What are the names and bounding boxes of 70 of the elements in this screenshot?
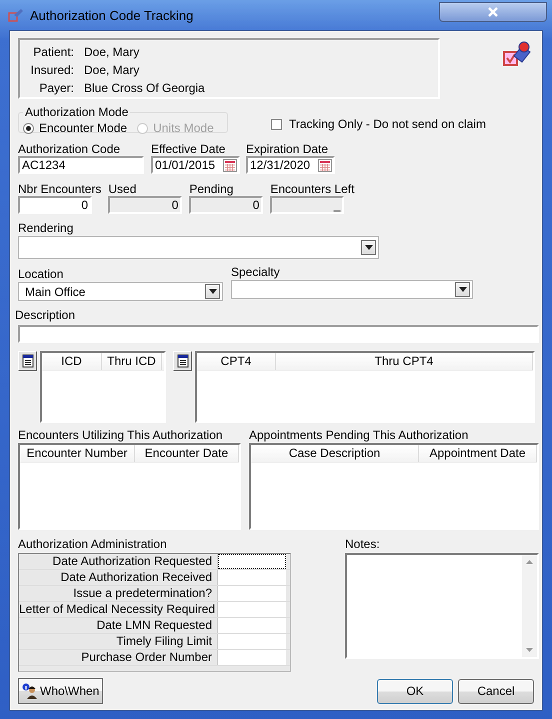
description-field[interactable] xyxy=(18,325,539,343)
icd-list[interactable]: ICD Thru ICD xyxy=(40,351,166,423)
count-field: _ xyxy=(270,196,344,214)
tracking-only-checkbox[interactable]: Tracking Only - Do not send on claim xyxy=(271,117,486,131)
list-title: Appointments Pending This Authorization xyxy=(249,428,470,442)
cpt-list[interactable]: CPT4 Thru CPT4 xyxy=(195,351,535,423)
list-button[interactable] xyxy=(18,351,37,371)
count-field[interactable]: 0 xyxy=(18,196,92,214)
person-info-icon xyxy=(22,683,38,699)
grid-cell[interactable] xyxy=(218,618,286,633)
close-button[interactable] xyxy=(439,2,547,22)
notes-field[interactable] xyxy=(345,553,539,659)
grid-cell[interactable] xyxy=(218,586,286,601)
scrollbar[interactable] xyxy=(522,555,537,657)
field-label: Expiration Date xyxy=(246,142,330,156)
column-header[interactable]: Thru CPT4 xyxy=(276,353,533,370)
info-value: Doe, Mary xyxy=(84,45,140,59)
count-field: 0 xyxy=(189,196,264,214)
column-header[interactable]: Encounter Date xyxy=(135,445,239,462)
info-label: Payer: xyxy=(38,81,74,95)
count-field: 0 xyxy=(108,196,182,214)
location-dropdown[interactable]: Main Office xyxy=(18,282,223,301)
field-label: Effective Date xyxy=(151,142,226,156)
date-field[interactable]: 12/31/2020 xyxy=(246,156,335,174)
field-label: Rendering xyxy=(18,221,74,235)
list-title: Encounters Utilizing This Authorization xyxy=(18,428,224,442)
field-label: Used xyxy=(108,182,138,196)
ok-button[interactable]: OK xyxy=(377,678,453,704)
field-label: Nbr Encounters xyxy=(18,182,102,196)
calendar-icon[interactable] xyxy=(318,158,332,172)
column-header[interactable]: Thru ICD xyxy=(102,353,162,370)
group-title: Authorization Mode xyxy=(24,105,130,119)
window-title: Authorization Code Tracking xyxy=(30,8,194,22)
authorization-code-field[interactable]: AC1234 xyxy=(18,156,144,174)
column-header[interactable]: ICD xyxy=(42,353,102,370)
grid-cell[interactable] xyxy=(218,634,286,649)
cancel-button[interactable]: Cancel xyxy=(458,678,534,704)
info-label: Patient: xyxy=(32,45,74,59)
column-header[interactable]: Case Description xyxy=(251,445,419,462)
field-label: Location xyxy=(18,267,64,281)
appointments-list[interactable]: Case Description Appointment Date xyxy=(249,443,539,530)
grid-cell[interactable] xyxy=(218,650,286,665)
calendar-icon[interactable] xyxy=(223,158,237,172)
field-label: Authorization Code xyxy=(18,142,122,156)
field-label: Encounters Left xyxy=(270,182,354,196)
grid-cell[interactable] xyxy=(218,602,286,617)
who-when-button[interactable]: Who\When xyxy=(18,678,104,704)
document-list-icon xyxy=(176,354,190,368)
app-icon xyxy=(8,7,24,23)
grid-cell[interactable] xyxy=(218,570,286,585)
mode-radio[interactable]: Encounter Mode xyxy=(23,121,128,135)
field-label: Pending xyxy=(189,182,234,196)
section-title: Authorization Administration xyxy=(18,537,168,551)
field-label: Specialty xyxy=(231,265,281,279)
scroll-up-icon[interactable] xyxy=(526,560,533,564)
info-label: Insured: xyxy=(30,63,74,77)
info-value: Blue Cross Of Georgia xyxy=(84,81,205,95)
field-label: Notes: xyxy=(345,537,381,551)
grid-cell[interactable] xyxy=(218,554,286,569)
column-header[interactable]: Appointment Date xyxy=(419,445,537,462)
list-button[interactable] xyxy=(173,351,192,371)
column-header[interactable]: Encounter Number xyxy=(20,445,135,462)
date-field[interactable]: 01/01/2015 xyxy=(151,156,240,174)
document-list-icon xyxy=(20,354,34,368)
encounters-list[interactable]: Encounter Number Encounter Date xyxy=(18,443,241,530)
scroll-down-icon[interactable] xyxy=(526,648,533,652)
field-label: Description xyxy=(15,308,76,322)
column-header[interactable]: CPT4 xyxy=(197,353,276,370)
info-value: Doe, Mary xyxy=(84,63,140,77)
close-icon xyxy=(487,7,499,17)
